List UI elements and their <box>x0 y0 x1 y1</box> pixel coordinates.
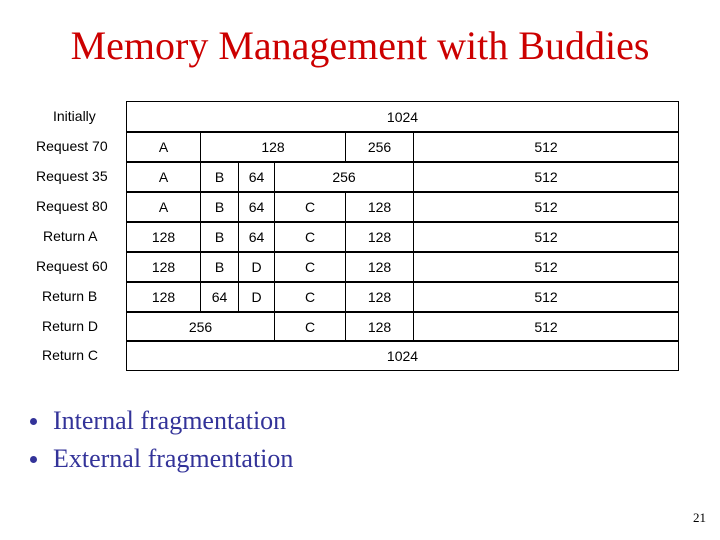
memory-block-cell: 128 <box>126 281 201 312</box>
row-label: Request 80 <box>36 198 108 214</box>
memory-block-cell: C <box>274 221 346 252</box>
memory-block-cell: 256 <box>274 161 414 192</box>
memory-block-cell: 128 <box>126 251 201 282</box>
memory-block-cell: A <box>126 131 201 162</box>
memory-block-cell: C <box>274 191 346 222</box>
memory-block-cell: 128 <box>200 131 346 162</box>
row-label: Initially <box>53 108 96 124</box>
memory-block-cell: 64 <box>200 281 239 312</box>
row-label: Return B <box>42 288 98 304</box>
memory-block-cell: 256 <box>345 131 414 162</box>
memory-block-cell: 512 <box>413 161 679 192</box>
memory-block-cell: 512 <box>413 221 679 252</box>
page-number: 21 <box>693 510 706 525</box>
memory-block-cell: 128 <box>126 221 201 252</box>
bullet-dot-icon <box>30 455 37 463</box>
memory-block-cell: 256 <box>126 311 275 342</box>
row-label: Request 70 <box>36 138 108 154</box>
memory-block-cell: 128 <box>345 221 414 252</box>
memory-block-cell: A <box>126 161 201 192</box>
memory-block-cell: 1024 <box>126 340 679 371</box>
memory-block-cell: 512 <box>413 131 679 162</box>
memory-block-cell: B <box>200 191 239 222</box>
memory-block-cell: 128 <box>345 281 414 312</box>
memory-block-cell: 64 <box>238 161 275 192</box>
memory-block-cell: D <box>238 281 275 312</box>
bullet-dot-icon <box>30 417 37 425</box>
memory-block-cell: 512 <box>413 311 679 342</box>
memory-block-cell: 64 <box>238 221 275 252</box>
slide-title: Memory Management with Buddies <box>70 23 650 68</box>
bullet-text: External fragmentation <box>53 444 294 473</box>
memory-block-cell: 512 <box>413 281 679 312</box>
memory-block-cell: 1024 <box>126 101 679 132</box>
memory-block-cell: 128 <box>345 191 414 222</box>
row-label: Return A <box>43 228 98 244</box>
memory-block-cell: C <box>274 251 346 282</box>
row-label: Request 60 <box>36 258 108 274</box>
bullet-item: Internal fragmentation <box>24 402 293 440</box>
row-label: Return D <box>42 318 99 334</box>
memory-block-cell: 64 <box>238 191 275 222</box>
memory-block-cell: 512 <box>413 251 679 282</box>
row-label: Request 35 <box>36 168 108 184</box>
memory-block-cell: C <box>274 311 346 342</box>
memory-block-cell: B <box>200 161 239 192</box>
row-label: Return C <box>42 347 99 363</box>
memory-block-cell: D <box>238 251 275 282</box>
memory-block-cell: B <box>200 221 239 252</box>
memory-block-cell: B <box>200 251 239 282</box>
memory-block-cell: 128 <box>345 311 414 342</box>
memory-block-cell: A <box>126 191 201 222</box>
memory-block-cell: 128 <box>345 251 414 282</box>
bullet-text: Internal fragmentation <box>53 406 287 435</box>
memory-block-cell: C <box>274 281 346 312</box>
memory-block-cell: 512 <box>413 191 679 222</box>
bullet-list: Internal fragmentation External fragment… <box>24 402 293 478</box>
bullet-item: External fragmentation <box>24 440 293 478</box>
